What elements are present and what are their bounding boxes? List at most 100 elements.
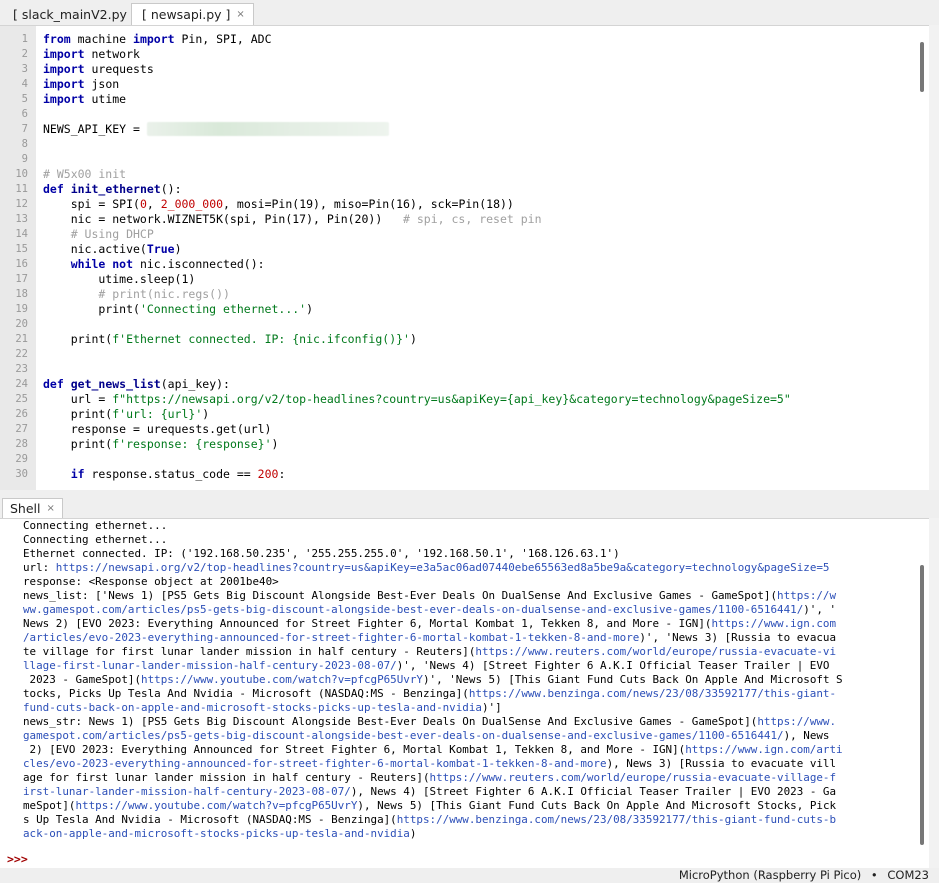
code-text: print(f'Ethernet connected. IP: {nic.ifc… — [43, 332, 417, 347]
code-area[interactable]: 1 from machine import Pin, SPI, ADC 2 impor… — [0, 32, 929, 482]
code-line[interactable]: 1 from machine import Pin, SPI, ADC — [0, 32, 929, 47]
code-line[interactable]: 9 — [0, 152, 929, 167]
code-line[interactable]: 8 — [0, 137, 929, 152]
code-line[interactable]: 5 import utime — [0, 92, 929, 107]
shell-output-line: gamespot.com/articles/ps5-gets-big-disco… — [23, 729, 903, 743]
code-token: print( — [43, 332, 113, 346]
code-line[interactable]: 2 import network — [0, 47, 929, 62]
line-number: 3 — [21, 63, 28, 75]
shell-url-link[interactable]: gamespot.com/articles/ps5-gets-big-disco… — [23, 729, 784, 742]
code-line[interactable]: 28 print(f'response: {response}') — [0, 437, 929, 452]
code-token: # Using DHCP — [43, 227, 154, 241]
shell-tabbar: Shell × — [0, 496, 939, 518]
shell-output-line: llage-first-lunar-lander-mission-half-ce… — [23, 659, 903, 673]
code-text: if response.status_code == 200: — [43, 467, 286, 482]
code-line[interactable]: 24 def get_news_list(api_key): — [0, 377, 929, 392]
line-number: 30 — [15, 468, 28, 480]
code-line[interactable]: 4 import json — [0, 77, 929, 92]
shell-url-link[interactable]: https://www.ign.com — [711, 617, 836, 630]
redacted-api-key — [146, 121, 389, 136]
code-token: 200 — [257, 467, 279, 481]
shell-scrollbar-thumb[interactable] — [920, 565, 924, 845]
code-line[interactable]: 10 # W5x00 init — [0, 167, 929, 182]
code-token: response.status_code == — [84, 467, 258, 481]
code-line[interactable]: 20 — [0, 317, 929, 332]
shell-url-link[interactable]: llage-first-lunar-lander-mission-half-ce… — [23, 659, 397, 672]
code-text: import network — [43, 47, 140, 62]
editor-scrollbar[interactable] — [929, 25, 939, 490]
line-number: 1 — [21, 33, 28, 45]
line-number: 8 — [21, 138, 28, 150]
shell-url-link[interactable]: ww.gamespot.com/articles/ps5-gets-big-di… — [23, 603, 803, 616]
shell-url-link[interactable]: fund-cuts-back-on-apple-and-microsoft-st… — [23, 701, 482, 714]
line-number: 20 — [15, 318, 28, 330]
shell-url-link[interactable]: cles/evo-2023-everything-announced-for-s… — [23, 757, 607, 770]
line-number: 21 — [15, 333, 28, 345]
code-line[interactable]: 23 — [0, 362, 929, 377]
shell-output-line: news_list: ['News 1) [PS5 Gets Big Disco… — [23, 589, 903, 603]
code-token: Pin, SPI, ADC — [174, 32, 272, 46]
code-token: f'response: {response}' — [112, 437, 272, 451]
line-number: 29 — [15, 453, 28, 465]
interpreter-selector[interactable]: MicroPython (Raspberry Pi Pico) — [679, 868, 861, 882]
shell-scrollbar[interactable] — [929, 518, 939, 868]
shell-prompt[interactable]: >>> — [7, 852, 28, 866]
code-line[interactable]: 30 if response.status_code == 200: — [0, 467, 929, 482]
code-line[interactable]: 15 nic.active(True) — [0, 242, 929, 257]
code-line[interactable]: 17 utime.sleep(1) — [0, 272, 929, 287]
code-token: ) — [271, 437, 279, 451]
code-line[interactable]: 27 response = urequests.get(url) — [0, 422, 929, 437]
shell-url-link[interactable]: https://www.benzinga.com/news/23/08/3359… — [469, 687, 836, 700]
shell-url-link[interactable]: https://www.reuters.com/world/europe/rus… — [430, 771, 837, 784]
code-line[interactable]: 12 spi = SPI(0, 2_000_000, mosi=Pin(19),… — [0, 197, 929, 212]
code-line[interactable]: 3 import urequests — [0, 62, 929, 77]
shell-url-link[interactable]: https://www.youtube.com/watch?v=pfcgP65U… — [141, 673, 423, 686]
code-line[interactable]: 14 # Using DHCP — [0, 227, 929, 242]
shell-url-link[interactable]: /articles/evo-2023-everything-announced-… — [23, 631, 639, 644]
code-line[interactable]: 22 — [0, 347, 929, 362]
shell-console[interactable]: >>> Connecting ethernet... Connecting eth… — [0, 518, 929, 868]
code-line[interactable]: 7 NEWS_API_KEY = — [0, 121, 929, 137]
shell-url-link[interactable]: https://www.youtube.com/watch?v=pfcgP65U… — [75, 799, 357, 812]
shell-text: response: <Response object at 2001be40> — [23, 575, 279, 588]
code-line[interactable]: 16 while not nic.isconnected(): — [0, 257, 929, 272]
code-line[interactable]: 19 print('Connecting ethernet...') — [0, 302, 929, 317]
code-line[interactable]: 18 # print(nic.regs()) — [0, 287, 929, 302]
tab-newsapi[interactable]: [ newsapi.py ] × — [131, 3, 254, 25]
shell-url-link[interactable]: https://www.reuters.com/world/europe/rus… — [475, 645, 836, 658]
close-icon[interactable]: × — [47, 503, 55, 514]
shell-url-link[interactable]: https://www.ign.com/arti — [685, 743, 842, 756]
shell-text: ), News 3) [Russia to evacuate vill — [606, 757, 837, 770]
shell-text: )', 'News 4) [Street Fighter 6 A.K.I Off… — [396, 659, 830, 672]
tab-shell[interactable]: Shell × — [2, 498, 63, 518]
code-token: import — [43, 62, 85, 76]
shell-text: ), News 4) [Street Fighter 6 A.K.I Offic… — [350, 785, 837, 798]
shell-url-link[interactable]: https://www. — [757, 715, 836, 728]
line-number: 17 — [15, 273, 28, 285]
editor-scrollbar-thumb[interactable] — [920, 42, 924, 92]
code-text: # Using DHCP — [43, 227, 154, 242]
code-line[interactable]: 21 print(f'Ethernet connected. IP: {nic.… — [0, 332, 929, 347]
code-line[interactable]: 26 print(f'url: {url}') — [0, 407, 929, 422]
shell-url-link[interactable]: https://www.benzinga.com/news/23/08/3359… — [397, 813, 836, 826]
shell-output-line: response: <Response object at 2001be40> — [23, 575, 903, 589]
code-token: from — [43, 32, 71, 46]
shell-text: ), News 5) [This Giant Fund Cuts Back On… — [357, 799, 837, 812]
code-token: print( — [43, 437, 113, 451]
code-line[interactable]: 6 — [0, 107, 929, 122]
shell-url-link[interactable]: irst-lunar-lander-mission-half-century-2… — [23, 785, 351, 798]
code-line[interactable]: 29 — [0, 452, 929, 467]
shell-url-link[interactable]: https://newsapi.org/v2/top-headlines?cou… — [56, 561, 830, 574]
code-editor[interactable]: 1 from machine import Pin, SPI, ADC 2 impor… — [0, 25, 929, 490]
tab-label: [ newsapi.py ] — [142, 7, 231, 22]
close-icon[interactable]: × — [236, 9, 244, 20]
code-line[interactable]: 25 url = f"https://newsapi.org/v2/top-he… — [0, 392, 929, 407]
port-label[interactable]: COM23 — [887, 868, 929, 882]
shell-url-link[interactable]: https://w — [777, 589, 836, 602]
code-token: 'Connecting ethernet...' — [139, 302, 307, 316]
code-line[interactable]: 11 def init_ethernet(): — [0, 182, 929, 197]
code-line[interactable]: 13 nic = network.WIZNET5K(spi, Pin(17), … — [0, 212, 929, 227]
shell-url-link[interactable]: ack-on-apple-and-microsoft-stocks-picks-… — [23, 827, 410, 840]
